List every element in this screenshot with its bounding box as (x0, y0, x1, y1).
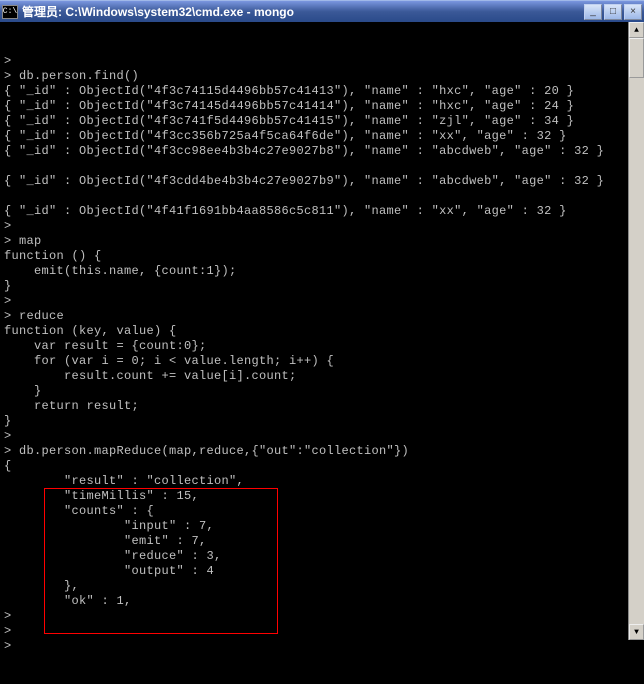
terminal-line: > (4, 219, 628, 234)
window-title: 管理员: C:\Windows\system32\cmd.exe - mongo (22, 3, 584, 20)
terminal-line: > (4, 429, 628, 444)
terminal-line: > (4, 639, 628, 654)
terminal-line: > (4, 54, 628, 69)
window-controls: _ □ × (584, 4, 642, 20)
scroll-down-button[interactable]: ▼ (629, 624, 644, 640)
vertical-scrollbar[interactable]: ▲ ▼ (628, 22, 644, 640)
terminal-line: var result = {count:0}; (4, 339, 628, 354)
terminal-line: "counts" : { (4, 504, 628, 519)
terminal-line: "output" : 4 (4, 564, 628, 579)
terminal-line: > map (4, 234, 628, 249)
close-button[interactable]: × (624, 4, 642, 20)
scroll-track[interactable] (629, 38, 644, 624)
terminal-line: "emit" : 7, (4, 534, 628, 549)
maximize-button[interactable]: □ (604, 4, 622, 20)
terminal-line (4, 159, 628, 174)
terminal-line: result.count += value[i].count; (4, 369, 628, 384)
terminal-line (4, 189, 628, 204)
terminal-line: } (4, 279, 628, 294)
terminal-line: { "_id" : ObjectId("4f3c74115d4496bb57c4… (4, 84, 628, 99)
terminal-area: >> db.person.find(){ "_id" : ObjectId("4… (0, 22, 644, 640)
terminal-output[interactable]: >> db.person.find(){ "_id" : ObjectId("4… (0, 22, 628, 640)
terminal-line: { "_id" : ObjectId("4f3c741f5d4496bb57c4… (4, 114, 628, 129)
window-titlebar: C:\ 管理员: C:\Windows\system32\cmd.exe - m… (0, 0, 644, 22)
terminal-line: { "_id" : ObjectId("4f3cc98ee4b3b4c27e90… (4, 144, 628, 159)
terminal-line: emit(this.name, {count:1}); (4, 264, 628, 279)
terminal-line: function (key, value) { (4, 324, 628, 339)
scroll-up-button[interactable]: ▲ (629, 22, 644, 38)
terminal-line: { "_id" : ObjectId("4f3c74145d4496bb57c4… (4, 99, 628, 114)
terminal-line: > (4, 294, 628, 309)
terminal-line: }, (4, 579, 628, 594)
terminal-line: > (4, 609, 628, 624)
terminal-line: return result; (4, 399, 628, 414)
cmd-icon: C:\ (2, 5, 18, 19)
terminal-line: "ok" : 1, (4, 594, 628, 609)
minimize-button[interactable]: _ (584, 4, 602, 20)
terminal-line: "reduce" : 3, (4, 549, 628, 564)
terminal-line: { "_id" : ObjectId("4f3cdd4be4b3b4c27e90… (4, 174, 628, 189)
terminal-line: } (4, 384, 628, 399)
terminal-line: > db.person.mapReduce(map,reduce,{"out":… (4, 444, 628, 459)
terminal-line: > db.person.find() (4, 69, 628, 84)
terminal-line: "input" : 7, (4, 519, 628, 534)
terminal-line: } (4, 414, 628, 429)
terminal-line: function () { (4, 249, 628, 264)
terminal-line: { (4, 459, 628, 474)
terminal-line: "result" : "collection", (4, 474, 628, 489)
terminal-line: > reduce (4, 309, 628, 324)
terminal-line: { "_id" : ObjectId("4f41f1691bb4aa8586c5… (4, 204, 628, 219)
terminal-line: { "_id" : ObjectId("4f3cc356b725a4f5ca64… (4, 129, 628, 144)
terminal-line: > (4, 624, 628, 639)
terminal-line: for (var i = 0; i < value.length; i++) { (4, 354, 628, 369)
terminal-line: "timeMillis" : 15, (4, 489, 628, 504)
scroll-thumb[interactable] (629, 38, 644, 78)
